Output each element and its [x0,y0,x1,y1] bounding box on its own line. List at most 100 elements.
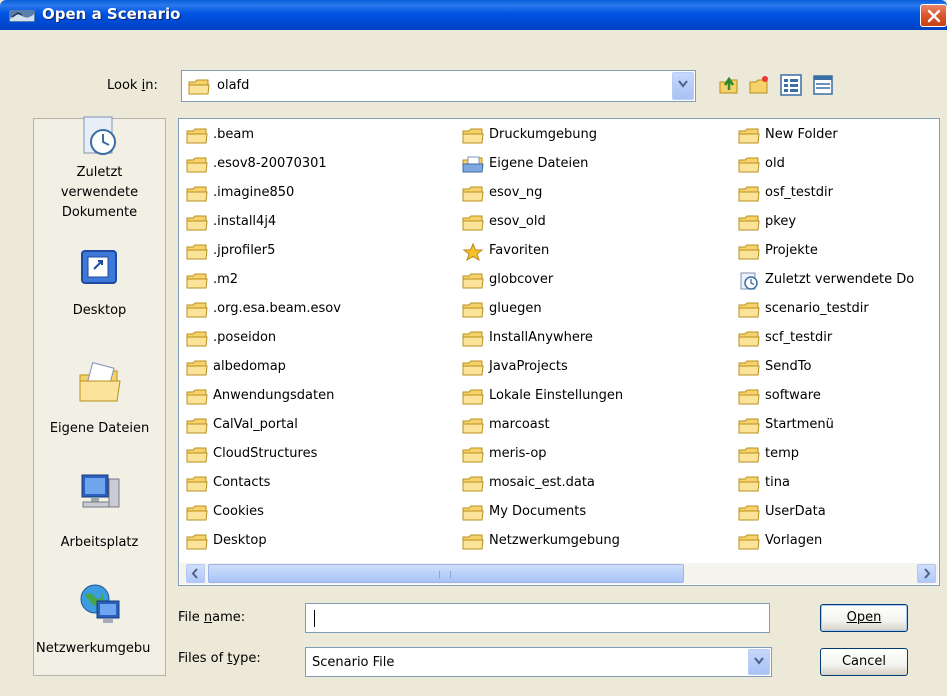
list-item[interactable]: mosaic_est.data [457,474,727,503]
file-name: Netzwerkumgebung [489,533,620,548]
window-title: Open a Scenario [42,5,181,23]
list-item[interactable]: scenario_testdir [733,300,939,329]
folder-icon [462,476,484,492]
file-type-dropdown-button[interactable] [748,649,770,675]
list-item[interactable]: marcoast [457,416,727,445]
look-in-dropdown-button[interactable] [672,72,694,100]
list-item[interactable]: JavaProjects [457,358,727,387]
list-item[interactable]: Netzwerkumgebung [457,532,727,561]
folder-icon [186,534,208,550]
folder-icon [738,244,760,260]
folder-icon [738,476,760,492]
list-item[interactable]: Anwendungsdaten [181,387,451,416]
folder-icon [186,157,208,173]
folder-icon [738,302,760,318]
details-view-icon[interactable] [812,74,834,96]
folder-icon [462,302,484,318]
file-name: .org.esa.beam.esov [213,301,341,316]
file-type-combo[interactable]: Scenario File [305,647,772,677]
list-item[interactable]: .jprofiler5 [181,242,451,271]
file-type-label: Files of type: [178,651,261,666]
list-item[interactable]: .beam [181,126,451,155]
list-item[interactable]: .imagine850 [181,184,451,213]
folder-icon [738,186,760,202]
list-item[interactable]: pkey [733,213,939,242]
place-label: Eigene Dateien [49,421,150,436]
scrollbar-thumb[interactable] [208,564,684,583]
horizontal-scrollbar[interactable] [180,563,938,584]
list-item[interactable]: Favoriten [457,242,727,271]
list-item[interactable]: globcover [457,271,727,300]
scroll-left-button[interactable] [186,564,205,583]
list-item[interactable]: My Documents [457,503,727,532]
list-item[interactable]: .install4j4 [181,213,451,242]
file-name: osf_testdir [765,185,833,200]
text-cursor [314,610,315,627]
list-item[interactable]: CloudStructures [181,445,451,474]
list-item[interactable]: Desktop [181,532,451,561]
file-name: globcover [489,272,554,287]
place-desktop[interactable]: Desktop [34,247,165,321]
file-name: Startmenü [765,417,834,432]
list-item[interactable]: temp [733,445,939,474]
title-bar: Open a Scenario [0,0,947,30]
list-item[interactable]: software [733,387,939,416]
file-name: Lokale Einstellungen [489,388,624,403]
list-item[interactable]: old [733,155,939,184]
list-item[interactable]: esov_old [457,213,727,242]
close-button[interactable] [920,4,947,27]
place-my-computer[interactable]: Arbeitsplatz [34,471,165,553]
list-item[interactable]: gluegen [457,300,727,329]
place-label: Dokumente [61,205,138,220]
cancel-button[interactable]: Cancel [820,648,908,676]
folder-icon [738,331,760,347]
place-label: verwendete [60,185,139,200]
list-item[interactable]: albedomap [181,358,451,387]
place-my-documents[interactable]: Eigene Dateien [34,361,165,439]
list-item[interactable]: .org.esa.beam.esov [181,300,451,329]
list-item[interactable]: Vorlagen [733,532,939,561]
list-item[interactable]: osf_testdir [733,184,939,213]
list-item[interactable]: esov_ng [457,184,727,213]
list-item[interactable]: .esov8-20070301 [181,155,451,184]
file-list[interactable]: .beam .esov8-20070301 .imagine850 .install4… [178,118,940,586]
list-item[interactable]: meris-op [457,445,727,474]
folder-icon [186,389,208,405]
places-bar: Zuletzt verwendete Dokumente Desktop Eig… [33,116,166,676]
list-item[interactable]: Contacts [181,474,451,503]
list-item[interactable]: Lokale Einstellungen [457,387,727,416]
list-item[interactable]: .poseidon [181,329,451,358]
list-item[interactable]: New Folder [733,126,939,155]
scroll-right-button[interactable] [917,564,936,583]
list-item[interactable]: Druckumgebung [457,126,727,155]
list-item[interactable]: CalVal_portal [181,416,451,445]
list-item[interactable]: Eigene Dateien [457,155,727,184]
look-in-combo[interactable]: olafd [181,70,696,102]
file-name: esov_old [489,214,546,229]
place-recent-documents[interactable]: Zuletzt verwendete Dokumente [34,116,165,223]
file-name: meris-op [489,446,547,461]
list-item[interactable]: InstallAnywhere [457,329,727,358]
list-item[interactable]: scf_testdir [733,329,939,358]
close-icon [927,9,941,23]
list-view-icon[interactable] [780,74,802,96]
open-button[interactable]: Open [820,604,908,632]
file-name-field[interactable] [305,603,770,633]
list-item[interactable]: Projekte [733,242,939,271]
list-item[interactable]: UserData [733,503,939,532]
file-name: CalVal_portal [213,417,298,432]
place-network[interactable]: Netzwerkumgebu [34,581,165,659]
list-item[interactable]: Cookies [181,503,451,532]
up-one-level-icon[interactable] [718,74,740,96]
list-item[interactable]: .m2 [181,271,451,300]
list-item[interactable]: Startmenü [733,416,939,445]
file-name: Contacts [213,475,271,490]
file-name: mosaic_est.data [489,475,595,490]
place-label: Netzwerkumgebu [36,641,151,656]
new-folder-icon[interactable] [748,74,770,96]
folder-icon [738,360,760,376]
list-item[interactable]: tina [733,474,939,503]
list-item[interactable]: SendTo [733,358,939,387]
folder-icon [186,302,208,318]
list-item[interactable]: Zuletzt verwendete Do [733,271,939,300]
